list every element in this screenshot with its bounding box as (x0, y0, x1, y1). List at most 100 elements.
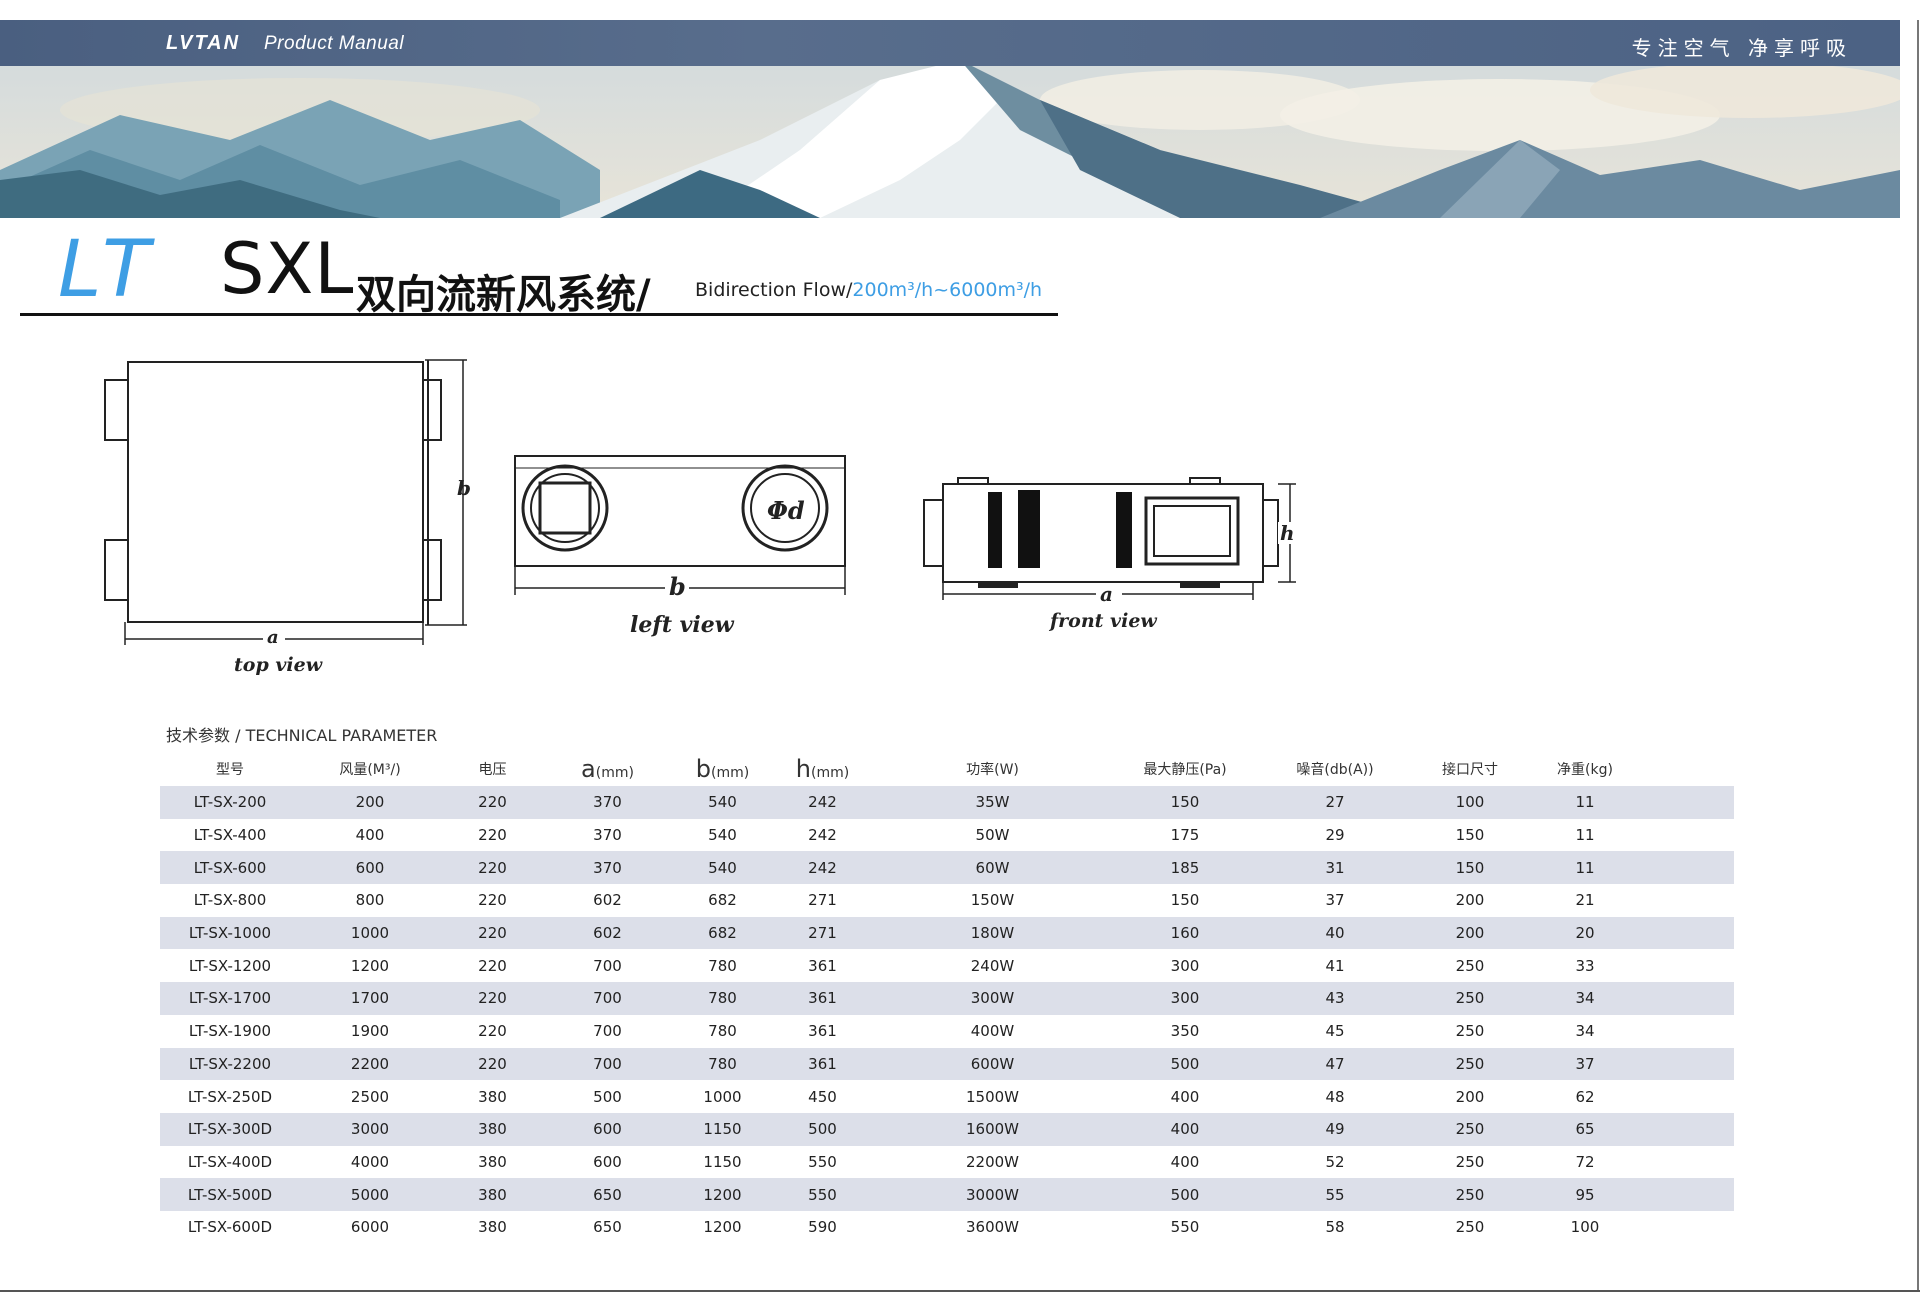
front-view-label: front view (1050, 610, 1157, 632)
table-cell: 400W (970, 1022, 1015, 1041)
column-header: a(mm) (545, 752, 670, 786)
table-cell: 20 (1575, 924, 1595, 943)
left-view-label: left view (630, 612, 734, 638)
table-cell: 550 (808, 1152, 837, 1171)
table-cell: 3600W (965, 1218, 1019, 1237)
table-cell: 300 (1170, 956, 1200, 975)
table-cell: 50W (975, 826, 1010, 845)
column-header: 最大静压(Pa) (1143, 762, 1227, 778)
table-cell: 1200 (703, 1218, 742, 1237)
table-cell: 400 (1170, 1087, 1200, 1106)
left-view-drawing: Φd b (514, 455, 846, 601)
column-header: 电压 (478, 762, 507, 778)
table-row: LT-SX-1200 1200 220 700 780 361 240W 300 41 250 33 (160, 949, 1734, 982)
table-cell: 700 (593, 1054, 622, 1073)
slogan: 专注空气 净享呼吸 (1631, 36, 1852, 60)
product-name-cn: 双向流新风系统/ (356, 272, 651, 318)
table-cell: 1900 (350, 1022, 390, 1041)
model-cell: LT-SX-1200 (188, 956, 272, 975)
table-cell: 380 (478, 1185, 507, 1204)
table-row: LT-SX-200 200 220 370 540 242 35W 150 27 100 11 (160, 786, 1734, 819)
table-cell: 380 (478, 1218, 507, 1237)
table-row: LT-SX-1000 1000 220 602 682 271 180W 160 40 200 20 (160, 916, 1734, 950)
model-cell: LT-SX-250D (187, 1087, 273, 1106)
table-cell: 29 (1325, 826, 1345, 845)
table-row: LT-SX-250D 2500 380 500 1000 450 1500W 400 48 200… (160, 1080, 1734, 1113)
table-cell-spacer (1645, 1211, 1734, 1244)
column-header: 风量(M³/) (339, 762, 401, 778)
table-cell: 1500W (965, 1087, 1019, 1106)
table-cell: 602 (593, 924, 622, 943)
column-header-unit: (mm) (595, 765, 634, 781)
model-cell: LT-SX-500D (187, 1185, 273, 1204)
table-row: LT-SX-1900 1900 220 700 780 361 400W 350 45 250 34 (160, 1015, 1734, 1048)
table-cell: 500 (808, 1120, 837, 1139)
table-row: LT-SX-600D 6000 380 650 1200 590 3600W 550 58 250… (160, 1211, 1734, 1244)
table-cell: 400 (1170, 1152, 1200, 1171)
table-cell: 49 (1325, 1120, 1345, 1139)
table-cell: 400 (1170, 1120, 1200, 1139)
series-code: LT (58, 225, 156, 315)
table-cell-spacer (1645, 1113, 1734, 1146)
top-view-dim-b: b (457, 476, 471, 500)
table-cell: 150 (1455, 826, 1485, 845)
table-cell-spacer (1645, 819, 1734, 852)
table-cell: 550 (808, 1185, 837, 1204)
table-cell: 52 (1325, 1152, 1345, 1171)
table-cell: 1150 (703, 1152, 742, 1171)
table-cell: 62 (1575, 1087, 1595, 1106)
column-header-dimension: h (795, 755, 811, 783)
column-header-dimension: b (695, 755, 712, 783)
column-header: 噪音(db(A)) (1296, 762, 1374, 778)
table-cell: 43 (1325, 989, 1345, 1008)
table-cell: 41 (1325, 956, 1345, 975)
table-cell: 220 (478, 793, 507, 812)
table-cell: 150 (1170, 891, 1200, 910)
technical-parameter-table: 型号 风量(M³/) 电压 a(mm) b(mm) h(mm) 功率(W) 最大静压(Pa) 噪… (160, 752, 1734, 1244)
table-cell: 780 (708, 1054, 737, 1073)
table-cell: 361 (808, 989, 837, 1008)
table-cell: 220 (478, 989, 507, 1008)
table-cell: 48 (1325, 1087, 1345, 1106)
table-body: LT-SX-200 200 220 370 540 242 35W 150 27 100 11 LT-… (160, 786, 1734, 1244)
model-code: SXL (220, 228, 355, 310)
table-cell: 500 (1170, 1185, 1200, 1204)
table-row: LT-SX-800 800 220 602 682 271 150W 150 37 200 21 (160, 884, 1734, 917)
table-cell-spacer (1645, 1178, 1734, 1211)
brand-subtitle: Product Manual (264, 33, 405, 54)
table-cell: 6000 (350, 1218, 390, 1237)
table-cell: 21 (1575, 891, 1595, 910)
table-cell: 58 (1325, 1218, 1345, 1237)
table-cell: 361 (808, 1054, 837, 1073)
page-border-right (1917, 20, 1919, 1292)
table-cell: 220 (478, 924, 507, 943)
table-cell-spacer (1645, 1080, 1734, 1113)
table-cell: 2500 (350, 1087, 390, 1106)
flow-range: 200m³/h~6000m³/h (852, 279, 1043, 301)
table-cell: 700 (593, 989, 622, 1008)
table-cell: 250 (1455, 1185, 1485, 1204)
table-cell: 380 (478, 1152, 507, 1171)
model-cell: LT-SX-200 (193, 793, 267, 812)
table-cell: 175 (1170, 826, 1200, 845)
table-cell: 271 (808, 891, 837, 910)
table-cell: 300W (970, 989, 1015, 1008)
table-cell: 370 (593, 826, 622, 845)
table-cell: 1200 (703, 1185, 742, 1204)
table-cell: 35W (975, 793, 1010, 812)
table-cell: 2200 (350, 1054, 390, 1073)
table-cell: 3000 (350, 1120, 390, 1139)
table-cell: 220 (478, 1054, 507, 1073)
model-cell: LT-SX-600D (187, 1218, 273, 1237)
table-cell: 370 (593, 793, 622, 812)
table-cell: 200 (1455, 1087, 1485, 1106)
table-row: LT-SX-500D 5000 380 650 1200 550 3000W 500 55 250… (160, 1178, 1734, 1211)
table-cell: 3000W (965, 1185, 1019, 1204)
model-cell: LT-SX-1700 (188, 989, 272, 1008)
table-row: LT-SX-2200 2200 220 700 780 361 600W 500 47 250 37 (160, 1047, 1734, 1081)
table-cell: 500 (1170, 1054, 1200, 1073)
table-cell: 540 (708, 826, 737, 845)
page-border-bottom (0, 1290, 1920, 1292)
table-cell: 1000 (350, 924, 390, 943)
table-cell: 600 (593, 1152, 622, 1171)
